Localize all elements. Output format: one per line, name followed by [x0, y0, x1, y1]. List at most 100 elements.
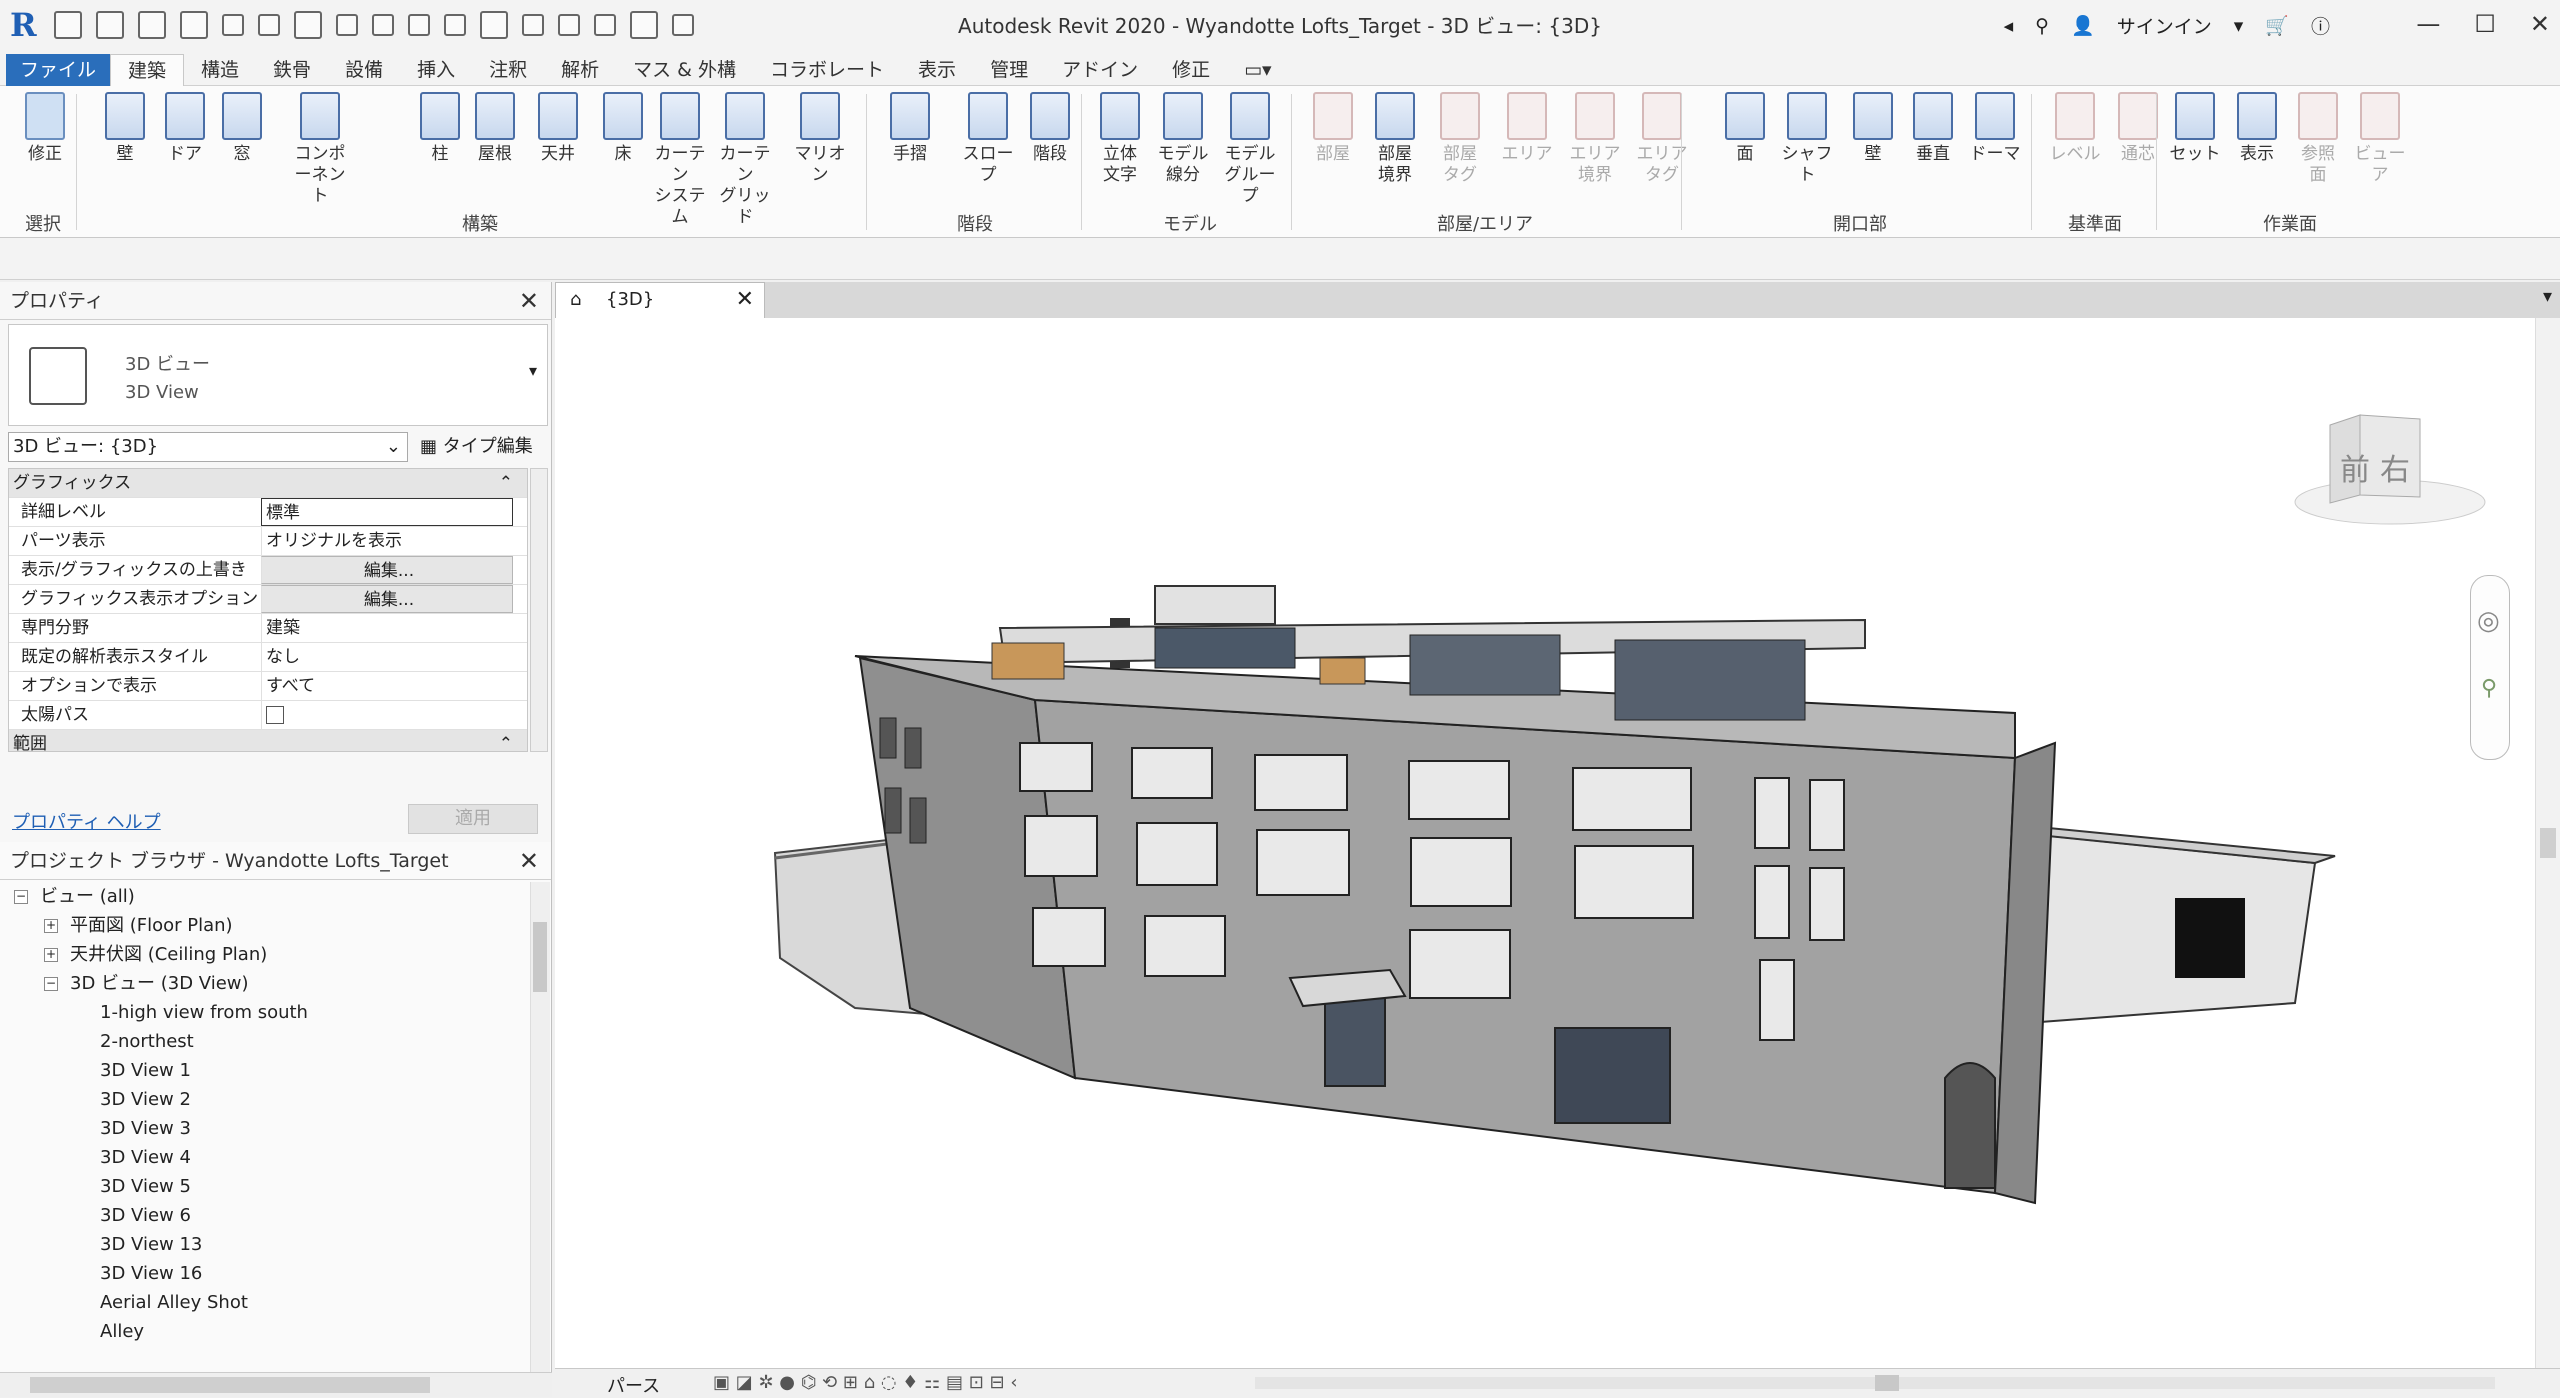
property-edit-button[interactable]: 編集...: [261, 556, 513, 584]
ribbon-button-21[interactable]: エリア: [1497, 92, 1557, 165]
dropdown-icon[interactable]: ▾: [2234, 15, 2244, 37]
ribbon-button-22[interactable]: エリア 境界: [1565, 92, 1625, 186]
ribbon-button-1[interactable]: 壁: [95, 92, 155, 165]
binoculars-icon[interactable]: ⚲: [2035, 15, 2049, 37]
property-row[interactable]: オプションで表示 すべて: [9, 672, 527, 701]
3d-view-canvas[interactable]: [555, 318, 2535, 1368]
close-icon[interactable]: ✕: [2530, 10, 2550, 38]
steering-wheel-icon[interactable]: ◎: [2477, 606, 2500, 636]
browser-tree-node[interactable]: 1-high view from south: [0, 998, 530, 1027]
property-row[interactable]: パーツ表示 オリジナルを表示: [9, 527, 527, 556]
view-vertical-scrollbar[interactable]: [2535, 318, 2560, 1368]
browser-tree-node[interactable]: 3D View 5: [0, 1172, 530, 1201]
tab-manage[interactable]: 管理: [973, 54, 1045, 86]
browser-tree-node[interactable]: 3D View 2: [0, 1085, 530, 1114]
browser-tree-node[interactable]: 3D View 4: [0, 1143, 530, 1172]
maximize-icon[interactable]: ☐: [2474, 10, 2496, 38]
tab-systems[interactable]: 設備: [328, 54, 400, 86]
browser-tree-node[interactable]: − ビュー (all): [0, 882, 530, 911]
tab-analyze[interactable]: 解析: [544, 54, 616, 86]
ribbon-button-10[interactable]: カーテン グリッド: [715, 92, 775, 228]
property-value[interactable]: 標準: [261, 498, 513, 526]
property-value[interactable]: なし: [261, 643, 513, 671]
view-cube-right-face[interactable]: 右: [2380, 445, 2410, 489]
ribbon-button-31[interactable]: セット: [2165, 92, 2225, 165]
tab-addins[interactable]: アドイン: [1045, 54, 1155, 86]
tab-insert[interactable]: 挿入: [400, 54, 472, 86]
browser-tree-node[interactable]: 3D View 1: [0, 1056, 530, 1085]
property-row[interactable]: 太陽パス: [9, 701, 527, 730]
browser-tree-node[interactable]: Alley: [0, 1317, 530, 1342]
signin-link[interactable]: サインイン: [2117, 12, 2212, 39]
tab-architecture[interactable]: 建築: [110, 53, 185, 86]
expand-toggle-icon[interactable]: −: [14, 890, 28, 904]
property-row[interactable]: 専門分野 建築: [9, 614, 527, 643]
ribbon-button-2[interactable]: ドア: [155, 92, 215, 165]
ribbon-button-26[interactable]: 壁: [1843, 92, 1903, 165]
ribbon-group-label[interactable]: 開口部: [1685, 210, 2035, 236]
tab-file[interactable]: ファイル: [6, 53, 111, 86]
edit-type-button[interactable]: ▦ タイプ編集: [420, 432, 533, 462]
property-row[interactable]: 表示/グラフィックスの上書き 編集...: [9, 556, 527, 585]
view-horizontal-scroll-thumb[interactable]: [1875, 1375, 1899, 1391]
properties-help-link[interactable]: プロパティ ヘルプ: [12, 808, 161, 834]
ribbon-button-12[interactable]: 手摺: [880, 92, 940, 165]
close-icon[interactable]: ✕: [736, 283, 754, 317]
cart-icon[interactable]: 🛒: [2265, 14, 2289, 37]
property-checkbox[interactable]: [261, 701, 513, 729]
ribbon-button-4[interactable]: コンポーネント: [290, 92, 350, 207]
ribbon-button-14[interactable]: 階段: [1020, 92, 1080, 165]
ribbon-button-29[interactable]: レベル: [2045, 92, 2105, 165]
ribbon-toggle-icon[interactable]: ▭▾: [1227, 54, 1289, 86]
tab-view[interactable]: 表示: [901, 54, 973, 86]
property-value[interactable]: すべて: [261, 672, 513, 700]
type-selector[interactable]: 3D ビュー 3D View ▾: [8, 324, 548, 426]
property-edit-button[interactable]: 編集...: [261, 585, 513, 613]
expand-toggle-icon[interactable]: +: [44, 948, 58, 962]
ribbon-button-28[interactable]: ドーマ: [1965, 92, 2025, 165]
ribbon-button-25[interactable]: シャフト: [1777, 92, 1837, 186]
ribbon-group-label[interactable]: 構築: [80, 210, 880, 236]
property-row[interactable]: グラフィックス表示オプション 編集...: [9, 585, 527, 614]
browser-tree-node[interactable]: 3D View 6: [0, 1201, 530, 1230]
ribbon-button-24[interactable]: 面: [1715, 92, 1775, 165]
close-icon[interactable]: ✕: [519, 282, 539, 320]
property-value[interactable]: オリジナルを表示: [261, 527, 513, 555]
browser-tree-node[interactable]: −3D ビュー (3D View): [0, 969, 530, 998]
ribbon-group-label[interactable]: 選択: [8, 210, 78, 236]
ribbon-group-label[interactable]: モデル: [1085, 210, 1295, 236]
zoom-icon[interactable]: ⚲: [2481, 676, 2497, 701]
browser-horizontal-scrollbar[interactable]: [0, 1372, 552, 1397]
browser-tree-node[interactable]: 2-northest: [0, 1027, 530, 1056]
ribbon-button-17[interactable]: モデル グループ: [1220, 92, 1280, 207]
ribbon-group-label[interactable]: 作業面: [2160, 210, 2420, 236]
expand-toggle-icon[interactable]: −: [44, 977, 58, 991]
view-projection-label[interactable]: パース: [607, 1372, 660, 1398]
ribbon-button-19[interactable]: 部屋 境界: [1365, 92, 1425, 186]
tab-annotate[interactable]: 注釈: [472, 54, 544, 86]
ribbon-button-8[interactable]: 床: [593, 92, 653, 165]
browser-scrollbar[interactable]: [530, 882, 550, 1372]
view-controls-icons[interactable]: ▣ ◪ ✲ ● ⌬ ⟲ ⊞ ⌂ ◌ ♦ ⚏ ▤ ⊡ ⊟ ‹: [713, 1372, 1018, 1393]
properties-scrollbar[interactable]: [530, 468, 548, 752]
ribbon-group-label[interactable]: 部屋/エリア: [1295, 210, 1675, 236]
property-category[interactable]: グラフィックス ⌃: [9, 469, 527, 498]
property-row[interactable]: 既定の解析表示スタイル なし: [9, 643, 527, 672]
close-icon[interactable]: ✕: [519, 842, 539, 880]
expand-toggle-icon[interactable]: +: [44, 919, 58, 933]
ribbon-button-13[interactable]: スロープ: [958, 92, 1018, 186]
ribbon-button-0[interactable]: 修正: [15, 92, 75, 165]
ribbon-group-label[interactable]: 基準面: [2035, 210, 2155, 236]
view-cube[interactable]: 前 右: [2290, 405, 2490, 535]
ribbon-button-15[interactable]: 立体 文字: [1090, 92, 1150, 186]
chevron-left-icon[interactable]: ◂: [2004, 15, 2014, 37]
collapse-icon[interactable]: ⌃: [499, 469, 513, 497]
tab-3d-view[interactable]: ⌂ {3D} ✕: [555, 282, 765, 318]
property-row[interactable]: 詳細レベル 標準: [9, 498, 527, 527]
ribbon-button-30[interactable]: 通芯: [2108, 92, 2168, 165]
tab-structure[interactable]: 構造: [184, 54, 256, 86]
chevron-down-icon[interactable]: ▾: [529, 361, 537, 380]
apply-button[interactable]: 適用: [408, 804, 538, 834]
ribbon-button-27[interactable]: 垂直: [1903, 92, 1963, 165]
tab-modify[interactable]: 修正: [1155, 54, 1227, 86]
